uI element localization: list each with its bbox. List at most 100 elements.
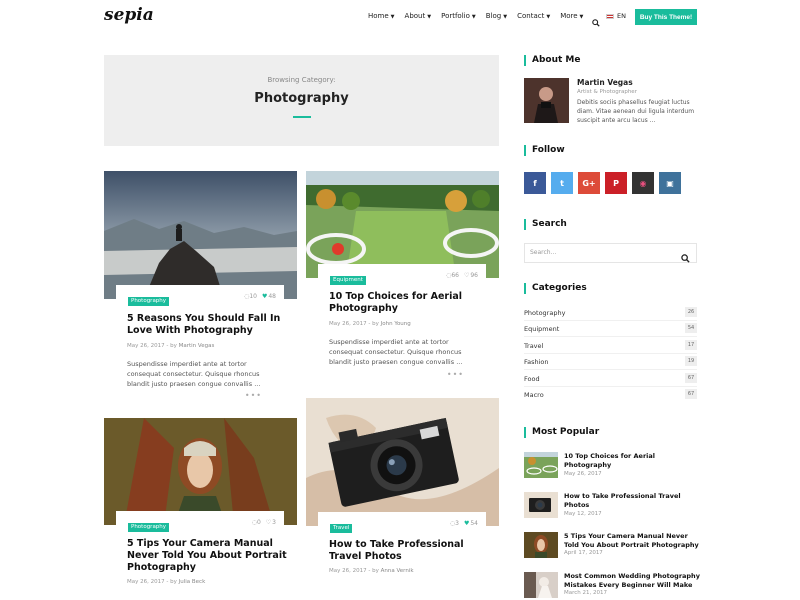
post-image[interactable] — [306, 398, 499, 526]
post-image[interactable] — [104, 171, 297, 299]
category-label: Photography — [524, 309, 566, 317]
post-date: May 26, 2017 — [329, 568, 367, 574]
category-count: 17 — [685, 340, 697, 350]
search-icon[interactable] — [681, 248, 690, 267]
language-switcher[interactable]: EN — [606, 12, 626, 20]
nav-more[interactable]: More ▼ — [560, 12, 583, 20]
search-icon[interactable] — [592, 12, 600, 31]
banner-subtitle: Browsing Category: — [267, 76, 336, 84]
nav-label: About — [404, 12, 426, 20]
site-header: sepia Home ▼ About ▼ Portfolio ▼ Blog ▼ Cont… — [0, 0, 800, 36]
popular-title[interactable]: 10 Top Choices for Aerial Photography — [564, 452, 700, 470]
divider — [524, 320, 697, 321]
nav-home[interactable]: Home ▼ — [368, 12, 395, 20]
category-tag[interactable]: Equipment — [330, 276, 366, 285]
chevron-down-icon: ▼ — [390, 14, 395, 20]
category-count: 67 — [685, 389, 697, 399]
post-stats: ◌ 10 ♥ 48 — [244, 293, 276, 300]
category-item[interactable]: Travel 17 — [524, 340, 697, 350]
divider — [524, 386, 697, 387]
popular-thumbnail[interactable] — [524, 572, 558, 598]
popular-date: May 12, 2017 — [564, 511, 602, 517]
category-label: Travel — [524, 342, 544, 350]
post-image[interactable] — [306, 171, 499, 278]
heart-icon[interactable]: ♥ — [464, 520, 469, 527]
popular-thumbnail[interactable] — [524, 452, 558, 478]
page-title: Photography — [254, 91, 349, 106]
post-title[interactable]: 5 Tips Your Camera Manual Never Told You… — [127, 538, 287, 574]
post-stats: ◌ 0 ♡ 3 — [252, 519, 276, 526]
post-date: May 26, 2017 — [329, 321, 367, 327]
popular-thumbnail[interactable] — [524, 492, 558, 518]
post-meta: May 26, 2017 - by Anna Vernik — [329, 568, 414, 574]
popular-date: May 26, 2017 — [564, 471, 602, 477]
post-title[interactable]: 10 Top Choices for Aerial Photography — [329, 291, 489, 315]
dribbble-icon[interactable]: ◉ — [632, 172, 654, 194]
category-tag[interactable]: Photography — [128, 523, 170, 532]
popular-title[interactable]: How to Take Professional Travel Photos — [564, 492, 700, 510]
heart-icon[interactable]: ♥ — [262, 293, 267, 300]
buy-theme-button[interactable]: Buy This Theme! — [635, 9, 697, 25]
comment-count: 66 — [451, 272, 459, 279]
main-nav: Home ▼ About ▼ Portfolio ▼ Blog ▼ Contact ▼ M… — [368, 12, 593, 20]
author-name: Martin Vegas — [577, 78, 633, 87]
category-item[interactable]: Photography 26 — [524, 307, 697, 317]
category-item[interactable]: Food 67 — [524, 373, 697, 383]
post-author[interactable]: Anna Vernik — [381, 568, 414, 574]
more-icon[interactable]: ••• — [447, 370, 464, 379]
heart-icon[interactable]: ♡ — [266, 519, 271, 526]
pinterest-icon[interactable]: P — [605, 172, 627, 194]
like-count: 3 — [272, 519, 276, 526]
nav-contact[interactable]: Contact ▼ — [517, 12, 550, 20]
category-item[interactable]: Macro 67 — [524, 389, 697, 399]
category-banner: Browsing Category: Photography — [104, 55, 499, 146]
by-label: - by — [368, 321, 379, 327]
post-author[interactable]: Julia Beck — [179, 579, 206, 585]
avatar — [524, 78, 569, 123]
post-author[interactable]: John Young — [381, 321, 411, 327]
category-label: Macro — [524, 391, 544, 399]
language-label: EN — [617, 12, 626, 20]
popular-thumbnail[interactable] — [524, 532, 558, 558]
post-author[interactable]: Martin Vegas — [179, 343, 215, 349]
popular-title[interactable]: 5 Tips Your Camera Manual Never Told You… — [564, 532, 700, 550]
google-plus-icon[interactable]: G+ — [578, 172, 600, 194]
more-icon[interactable]: ••• — [245, 391, 262, 400]
heart-icon[interactable]: ♡ — [464, 272, 469, 279]
post-date: May 26, 2017 — [127, 343, 165, 349]
title-underline — [293, 116, 311, 118]
category-item[interactable]: Equipment 54 — [524, 323, 697, 333]
chevron-down-icon: ▼ — [503, 14, 508, 20]
search-heading: Search — [524, 219, 567, 230]
like-count: 54 — [470, 520, 478, 527]
popular-heading: Most Popular — [524, 427, 599, 438]
popular-date: April 17, 2017 — [564, 550, 603, 556]
post-image[interactable] — [104, 418, 297, 525]
category-item[interactable]: Fashion 19 — [524, 356, 697, 366]
post-excerpt: Suspendisse imperdiet ante at tortor con… — [127, 360, 261, 388]
nav-about[interactable]: About ▼ — [405, 12, 432, 20]
twitter-icon[interactable]: t — [551, 172, 573, 194]
post-card: Travel ◌ 3 ♥ 54 How to Take Professional T… — [306, 398, 499, 600]
chevron-down-icon: ▼ — [546, 14, 551, 20]
instagram-icon[interactable]: ▣ — [659, 172, 681, 194]
nav-label: More — [560, 12, 578, 20]
comment-count: 10 — [249, 293, 257, 300]
search-input[interactable]: Search... — [524, 243, 697, 263]
category-tag[interactable]: Travel — [330, 524, 353, 533]
popular-title[interactable]: Most Common Wedding Photography Mistakes… — [564, 572, 700, 590]
post-content: Travel ◌ 3 ♥ 54 How to Take Professional T… — [318, 512, 486, 600]
by-label: - by — [166, 579, 177, 585]
nav-portfolio[interactable]: Portfolio ▼ — [441, 12, 476, 20]
author-role: Artist & Photographer — [577, 89, 637, 95]
facebook-icon[interactable]: f — [524, 172, 546, 194]
category-label: Fashion — [524, 358, 549, 366]
site-logo[interactable]: sepia — [104, 5, 154, 25]
post-title[interactable]: How to Take Professional Travel Photos — [329, 539, 489, 563]
post-content: Photography ◌ 10 ♥ 48 5 Reasons You Should… — [116, 285, 284, 411]
chevron-down-icon: ▼ — [427, 14, 432, 20]
category-tag[interactable]: Photography — [128, 297, 170, 306]
nav-blog[interactable]: Blog ▼ — [486, 12, 507, 20]
about-heading: About Me — [524, 55, 581, 66]
post-title[interactable]: 5 Reasons You Should Fall In Love With P… — [127, 313, 287, 337]
